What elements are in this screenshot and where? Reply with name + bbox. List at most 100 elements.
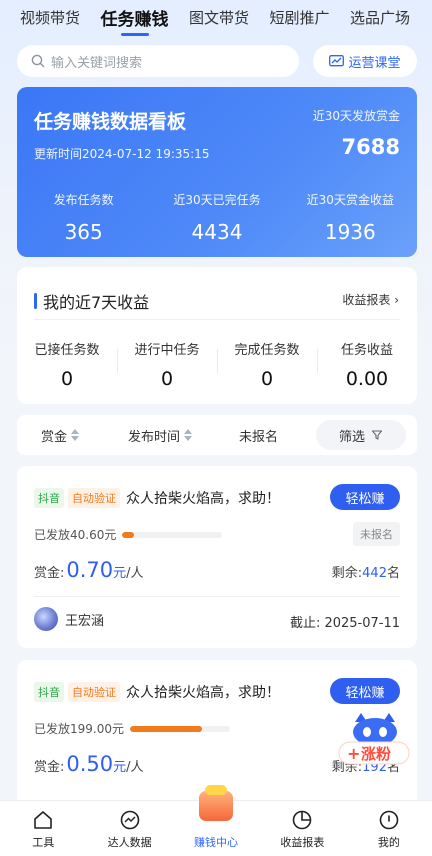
income-report-label: 收益报表 — [342, 293, 391, 307]
nav-income-report[interactable]: 收益报表 — [259, 801, 345, 856]
task-remaining: 剩余:442名 — [332, 562, 400, 581]
income-report-link[interactable]: 收益报表 › — [342, 291, 399, 308]
funnel-icon — [371, 430, 383, 440]
section-accent-bar — [34, 293, 37, 309]
paid-amount: 已发放199.00元 — [34, 722, 124, 736]
stat-value: 365 — [64, 220, 103, 244]
stat-value: 1936 — [324, 220, 376, 244]
task-paid: 已发放199.00元 — [34, 720, 230, 737]
reward-prefix: 赏金: — [34, 760, 65, 775]
task-deadline: 截止: 2025-07-11 — [289, 616, 400, 631]
task-publisher[interactable]: 王宏涵 — [34, 607, 104, 631]
stat-label: 已接任务数 — [34, 343, 100, 358]
weekly-income-card: 我的近7天收益 收益报表 › 已接任务数 0 进行中任务 0 完成任务数 0 任… — [17, 267, 417, 404]
task-reward: 赏金: 0.50 元 /人 — [34, 752, 144, 776]
sort-publish-time[interactable]: 发布时间 — [128, 415, 193, 455]
board-stat-completed: 近30天已完任务 4434 — [150, 191, 283, 244]
task-card[interactable]: 抖音 自动验证 众人拾柴火焰高，求助！ 轻松赚 已发放40.60元 未报名 赏金… — [17, 466, 417, 648]
publisher-name: 王宏涵 — [65, 613, 105, 629]
reward-unit: 元 — [113, 566, 127, 581]
svg-text:+: + — [347, 744, 360, 763]
divider — [34, 319, 400, 320]
search-row: 输入关键词搜索 运营课堂 — [17, 45, 417, 77]
nav-label: 达人数据 — [107, 836, 152, 849]
task-data-board: 任务赚钱数据看板 更新时间2024-07-12 19:35:15 近30天发放赏… — [17, 87, 417, 257]
grow-fans-mascot-button[interactable]: + 涨粉 — [333, 712, 415, 776]
easy-earn-button[interactable]: 轻松赚 — [330, 678, 400, 704]
income-title: 我的近7天收益 — [43, 293, 150, 312]
search-icon — [31, 54, 45, 68]
stat-value: 0.00 — [345, 368, 389, 390]
paid-amount: 已发放40.60元 — [34, 528, 117, 542]
remain-count: 442 — [362, 566, 387, 581]
task-title: 众人拾柴火焰高，求助！ — [126, 491, 280, 507]
sort-reward[interactable]: 赏金 — [41, 415, 80, 455]
nav-label: 我的 — [377, 836, 400, 849]
search-input[interactable]: 输入关键词搜索 — [17, 45, 299, 77]
board-stats: 发布任务数 365 近30天已完任务 4434 近30天赏金收益 1936 — [17, 191, 417, 244]
reward-unit: 元 — [113, 760, 127, 775]
board-updated-time: 更新时间2024-07-12 19:35:15 — [34, 147, 210, 161]
cat-mascot-icon: + 涨粉 — [338, 713, 410, 765]
home-icon — [34, 811, 53, 829]
stat-label: 近30天赏金收益 — [306, 193, 394, 207]
unregistered-label: 未报名 — [239, 429, 279, 445]
board-title: 任务赚钱数据看板 — [34, 111, 187, 133]
chart-board-icon — [329, 54, 345, 66]
chart-line-icon — [120, 810, 139, 830]
bottom-nav: 工具 达人数据 赚钱中心 收益报表 我的 — [0, 785, 432, 856]
mascot-label: 涨粉 — [361, 745, 391, 763]
income-header: 我的近7天收益 — [34, 289, 149, 313]
reward-per: /人 — [126, 760, 144, 775]
search-placeholder: 输入关键词搜索 — [51, 55, 143, 71]
progress-fill — [122, 531, 135, 538]
tab-task-earning[interactable]: 任务赚钱 — [101, 5, 169, 30]
board-stat-published: 发布任务数 365 — [17, 191, 150, 244]
stat-value: 4434 — [191, 220, 243, 244]
nav-profile[interactable]: 我的 — [346, 801, 432, 856]
nav-earning-center[interactable]: 赚钱中心 — [173, 785, 259, 856]
tab-short-drama[interactable]: 短剧推广 — [269, 7, 329, 28]
board-reward-label: 近30天发放赏金 — [312, 109, 400, 123]
easy-earn-button[interactable]: 轻松赚 — [330, 484, 400, 510]
operations-course-label: 运营课堂 — [348, 55, 401, 71]
user-icon — [379, 810, 399, 830]
income-stats: 已接任务数 0 进行中任务 0 完成任务数 0 任务收益 0.00 — [17, 339, 417, 390]
avatar — [34, 607, 58, 631]
task-reward: 赏金: 0.70 元 /人 — [34, 558, 144, 582]
task-title-line: 抖音 自动验证 众人拾柴火焰高，求助！ — [34, 682, 280, 702]
platform-tag: 抖音 — [34, 488, 64, 508]
operations-course-button[interactable]: 运营课堂 — [313, 45, 417, 77]
stat-value: 0 — [60, 368, 74, 390]
filter-unregistered[interactable]: 未报名 — [239, 415, 278, 455]
tab-video-sales[interactable]: 视频带货 — [20, 7, 80, 28]
nav-label: 工具 — [32, 836, 55, 849]
reward-amount: 0.70 — [66, 558, 114, 582]
nav-influencer-data[interactable]: 达人数据 — [86, 801, 172, 856]
nav-tools[interactable]: 工具 — [0, 801, 86, 856]
income-stat-accepted: 已接任务数 0 — [17, 339, 117, 390]
tab-product-square[interactable]: 选品广场 — [350, 7, 410, 28]
stat-label: 发布任务数 — [53, 193, 114, 207]
top-tabs: 视频带货 任务赚钱 图文带货 短剧推广 选品广场 — [0, 0, 432, 34]
stat-label: 任务收益 — [340, 343, 393, 358]
remain-label: 剩余: — [331, 566, 363, 581]
board-reward-value: 7688 — [341, 135, 400, 159]
pie-chart-icon — [293, 810, 312, 830]
nav-label: 赚钱中心 — [194, 836, 239, 849]
filter-button[interactable]: 筛选 — [316, 420, 406, 450]
verify-tag: 自动验证 — [68, 488, 120, 508]
platform-tag: 抖音 — [34, 682, 64, 702]
chevron-right-icon: › — [394, 293, 399, 307]
reward-per: /人 — [126, 566, 144, 581]
reward-prefix: 赏金: — [34, 566, 65, 581]
tab-image-text-sales[interactable]: 图文带货 — [189, 7, 249, 28]
reward-amount: 0.50 — [66, 752, 114, 776]
income-stat-in-progress: 进行中任务 0 — [117, 339, 217, 390]
task-title: 众人拾柴火焰高，求助！ — [126, 685, 280, 701]
task-paid: 已发放40.60元 — [34, 526, 223, 543]
sort-time-label: 发布时间 — [128, 429, 181, 445]
nav-label: 收益报表 — [280, 836, 325, 849]
sort-arrows-icon — [71, 429, 80, 441]
stat-value: 0 — [260, 368, 274, 390]
